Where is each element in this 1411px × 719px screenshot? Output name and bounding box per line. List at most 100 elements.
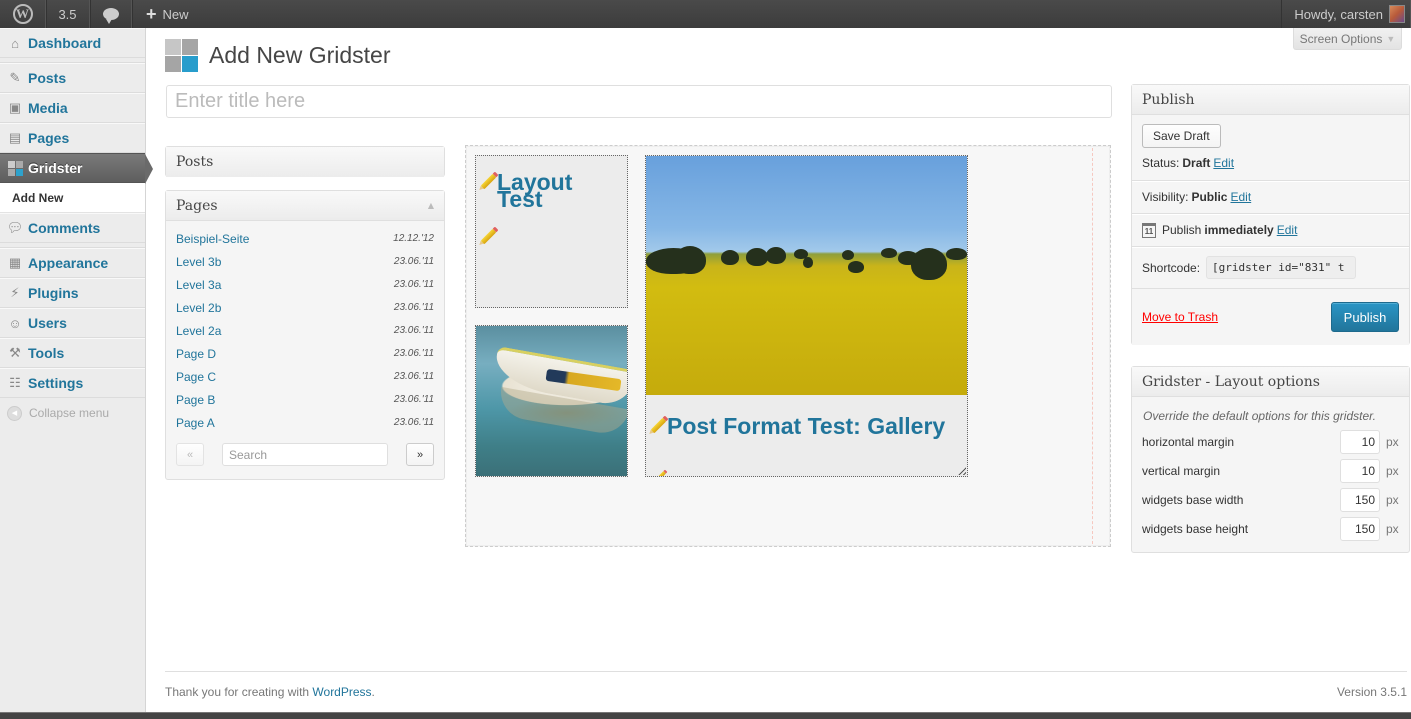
pages-search-input[interactable] — [222, 443, 388, 466]
page-date: 23.06.'11 — [393, 325, 434, 336]
sidebar-item-pages[interactable]: ▤ Pages — [0, 123, 145, 153]
page-link[interactable]: Page D — [176, 347, 216, 361]
publish-button[interactable]: Publish — [1331, 302, 1399, 332]
horizontal-margin-input[interactable] — [1340, 429, 1380, 454]
sidebar-item-tools[interactable]: ⚒︎ Tools — [0, 338, 145, 368]
comments-link[interactable] — [90, 0, 132, 28]
widget-title: Post Format Test: Gallery — [667, 413, 946, 439]
sidebar-item-plugins[interactable]: ⚡︎ Plugins — [0, 278, 145, 308]
wordpress-menu[interactable]: W — [0, 0, 46, 28]
sidebar-item-comments[interactable]: 💬︎ Comments — [0, 213, 145, 243]
sidebar-item-settings[interactable]: ☷ Settings — [0, 368, 145, 398]
sidebar-item-label: Pages — [28, 130, 70, 146]
footer-version: Version 3.5.1 — [1336, 685, 1407, 699]
publish-box-header[interactable]: Publish — [1132, 85, 1409, 115]
sidebar-item-label: Posts — [28, 70, 67, 86]
page-link[interactable]: Level 2a — [176, 324, 221, 338]
pages-box-header[interactable]: Pages ▲ — [166, 191, 444, 221]
visibility-value: Public — [1191, 190, 1228, 204]
page-link[interactable]: Page C — [176, 370, 216, 384]
wordpress-link[interactable]: WordPress — [312, 685, 371, 699]
pencil-edit-icon[interactable] — [480, 228, 497, 245]
pages-pager: « » — [166, 434, 444, 466]
sidebar-item-users[interactable]: ☺︎ Users — [0, 308, 145, 338]
option-label: widgets base height — [1142, 521, 1249, 536]
pages-box: Pages ▲ Beispiel-Seite 12.12.'12 Level 3b… — [165, 190, 445, 480]
sidebar-item-label: Tools — [28, 345, 65, 361]
page-link[interactable]: Level 3b — [176, 255, 221, 269]
footer-period: . — [371, 685, 375, 699]
list-item: Level 3a 23.06.'11 — [176, 273, 434, 296]
layout-options-header[interactable]: Gridster - Layout options — [1132, 367, 1409, 397]
list-item: Level 2b 23.06.'11 — [176, 296, 434, 319]
move-to-trash-link[interactable]: Move to Trash — [1142, 310, 1218, 324]
avatar — [1389, 5, 1405, 23]
visibility-label: Visibility: — [1142, 190, 1189, 204]
publish-box: Publish Save Draft Status: Draft Edit Vi… — [1131, 84, 1410, 345]
new-content-menu[interactable]: + New — [132, 0, 199, 28]
page-link[interactable]: Level 2b — [176, 301, 221, 315]
sidebar-item-label: Plugins — [28, 285, 79, 301]
sidebar-item-label: Users — [28, 315, 67, 331]
comments-icon: 💬︎ — [6, 220, 24, 235]
gridster-widget-boat-image[interactable] — [475, 325, 628, 477]
tools-icon: ⚒︎ — [9, 345, 21, 360]
page-link[interactable]: Level 3a — [176, 278, 221, 292]
prev-page-button[interactable]: « — [176, 443, 204, 466]
next-page-button[interactable]: » — [406, 443, 434, 466]
edit-status-link[interactable]: Edit — [1213, 156, 1234, 170]
comment-bubble-icon — [102, 8, 119, 24]
sidebar-item-dashboard[interactable]: ⌂ Dashboard — [0, 28, 145, 58]
sidebar-item-media[interactable]: ▣ Media — [0, 93, 145, 123]
unit-label: px — [1386, 463, 1399, 478]
edit-schedule-link[interactable]: Edit — [1277, 223, 1298, 237]
collapse-menu-button[interactable]: ◀ Collapse menu — [0, 398, 145, 428]
collapse-arrow-icon: ◀ — [7, 405, 22, 421]
sidebar-item-label: Dashboard — [28, 35, 102, 51]
page-title: Add New Gridster — [209, 42, 391, 68]
page-link[interactable]: Page A — [176, 416, 215, 430]
new-label: New — [162, 6, 189, 22]
list-item: Page D 23.06.'11 — [176, 342, 434, 365]
sidebar-item-gridster[interactable]: Gridster — [0, 153, 153, 184]
vertical-margin-input[interactable] — [1340, 458, 1380, 483]
submenu-add-new[interactable]: Add New — [0, 183, 145, 213]
sidebar-item-label: Appearance — [28, 255, 109, 271]
option-horizontal-margin: horizontal margin px — [1132, 427, 1409, 456]
page-date: 23.06.'11 — [393, 371, 434, 382]
posts-box-header[interactable]: Posts — [166, 147, 444, 177]
pencil-edit-icon[interactable] — [480, 173, 497, 190]
pencil-edit-icon[interactable] — [655, 471, 666, 476]
my-account-menu[interactable]: Howdy, carsten — [1281, 0, 1411, 28]
updates-version[interactable]: 3.5 — [46, 0, 90, 28]
screen-options-label: Screen Options — [1299, 31, 1383, 46]
status-value: Draft — [1182, 156, 1211, 170]
home-icon: ⌂ — [11, 35, 19, 51]
gridster-widget-post-format-gallery[interactable]: Post Format Test: Gallery — [645, 155, 968, 477]
gridster-widget-layout-test[interactable]: Layout Test — [475, 155, 628, 308]
pencil-edit-icon[interactable] — [650, 417, 667, 434]
sidebar-item-label: Settings — [28, 375, 84, 391]
save-draft-button[interactable]: Save Draft — [1142, 123, 1221, 148]
sidebar-item-posts[interactable]: ✎ Posts — [0, 63, 145, 93]
sidebar-item-appearance[interactable]: ▦ Appearance — [0, 248, 145, 278]
collapse-toggle-icon[interactable]: ▲ — [428, 201, 434, 210]
edit-visibility-link[interactable]: Edit — [1230, 190, 1251, 204]
page-link[interactable]: Page B — [176, 393, 215, 407]
shortcode-field[interactable]: [gridster id="831" t — [1206, 256, 1357, 279]
base-width-input[interactable] — [1340, 487, 1380, 512]
option-label: horizontal margin — [1142, 434, 1235, 449]
option-label: vertical margin — [1142, 463, 1221, 478]
howdy-text: Howdy, carsten — [1294, 6, 1383, 22]
page-link[interactable]: Beispiel-Seite — [176, 232, 249, 246]
base-height-input[interactable] — [1340, 516, 1380, 541]
schedule-label: Publish — [1162, 223, 1202, 237]
footer-thanks-text: Thank you for creating with — [165, 685, 313, 699]
gridster-icon — [7, 160, 23, 176]
list-item: Page A 23.06.'11 — [176, 411, 434, 434]
title-input[interactable] — [166, 85, 1112, 118]
resize-handle-icon[interactable] — [958, 467, 966, 475]
screen-options-button[interactable]: Screen Options ▼ — [1293, 28, 1402, 50]
option-label: widgets base width — [1142, 492, 1244, 507]
layout-options-box: Gridster - Layout options Override the d… — [1131, 366, 1410, 553]
